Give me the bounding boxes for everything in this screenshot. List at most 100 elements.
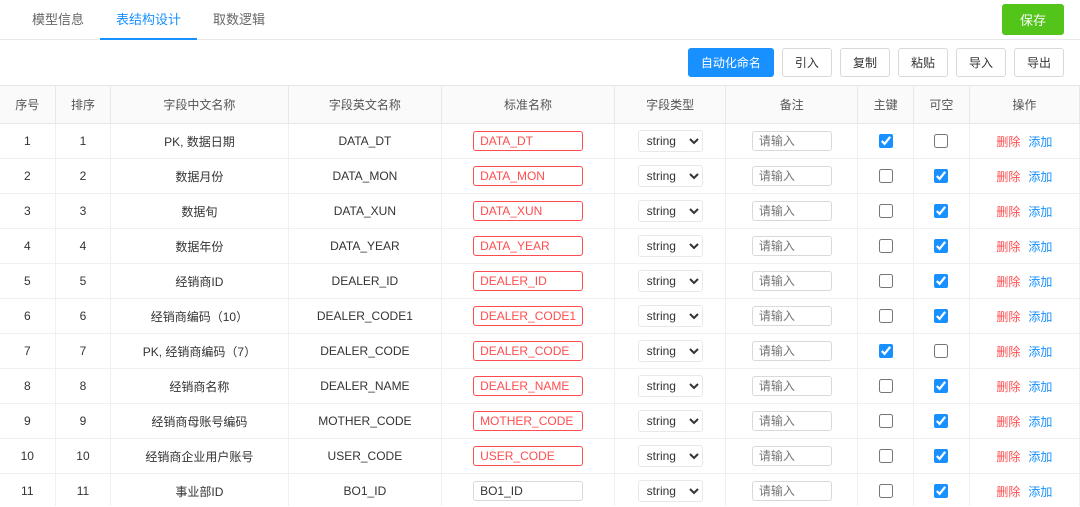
std-name-input[interactable] (473, 446, 583, 466)
cell-type[interactable]: string (614, 159, 725, 194)
add-button[interactable]: 添加 (1024, 168, 1056, 185)
cell-nullable[interactable] (914, 159, 970, 194)
type-select[interactable]: string (638, 305, 703, 327)
type-select[interactable]: string (638, 445, 703, 467)
pk-checkbox[interactable] (879, 274, 893, 288)
pk-checkbox[interactable] (879, 379, 893, 393)
remark-input[interactable] (752, 341, 832, 361)
cell-remark[interactable] (726, 439, 858, 474)
type-select[interactable]: string (638, 200, 703, 222)
delete-button[interactable]: 删除 (992, 413, 1024, 430)
cell-nullable[interactable] (914, 334, 970, 369)
delete-button[interactable]: 删除 (992, 308, 1024, 325)
type-select[interactable]: string (638, 270, 703, 292)
nullable-checkbox[interactable] (934, 414, 948, 428)
nullable-checkbox[interactable] (934, 449, 948, 463)
cell-remark[interactable] (726, 159, 858, 194)
add-button[interactable]: 添加 (1024, 483, 1056, 500)
nullable-checkbox[interactable] (934, 344, 948, 358)
std-name-input[interactable] (473, 131, 583, 151)
cell-std-name[interactable] (442, 439, 615, 474)
cell-std-name[interactable] (442, 194, 615, 229)
add-button[interactable]: 添加 (1024, 238, 1056, 255)
delete-button[interactable]: 删除 (992, 203, 1024, 220)
delete-button[interactable]: 删除 (992, 133, 1024, 150)
cell-type[interactable]: string (614, 474, 725, 507)
std-name-input[interactable] (473, 166, 583, 186)
nullable-checkbox[interactable] (934, 239, 948, 253)
cell-std-name[interactable] (442, 369, 615, 404)
nullable-checkbox[interactable] (934, 309, 948, 323)
cell-pk[interactable] (858, 264, 914, 299)
add-button[interactable]: 添加 (1024, 203, 1056, 220)
add-button[interactable]: 添加 (1024, 448, 1056, 465)
remark-input[interactable] (752, 131, 832, 151)
type-select[interactable]: string (638, 235, 703, 257)
cell-type[interactable]: string (614, 369, 725, 404)
std-name-input[interactable] (473, 271, 583, 291)
import-ref-button[interactable]: 引入 (782, 48, 832, 77)
cell-pk[interactable] (858, 194, 914, 229)
tab-table-design[interactable]: 表结构设计 (100, 0, 197, 40)
pk-checkbox[interactable] (879, 344, 893, 358)
cell-remark[interactable] (726, 334, 858, 369)
type-select[interactable]: string (638, 165, 703, 187)
delete-button[interactable]: 删除 (992, 483, 1024, 500)
pk-checkbox[interactable] (879, 449, 893, 463)
cell-pk[interactable] (858, 404, 914, 439)
pk-checkbox[interactable] (879, 414, 893, 428)
cell-type[interactable]: string (614, 124, 725, 159)
cell-nullable[interactable] (914, 369, 970, 404)
copy-button[interactable]: 复制 (840, 48, 890, 77)
cell-nullable[interactable] (914, 299, 970, 334)
remark-input[interactable] (752, 236, 832, 256)
cell-std-name[interactable] (442, 229, 615, 264)
type-select[interactable]: string (638, 410, 703, 432)
remark-input[interactable] (752, 376, 832, 396)
delete-button[interactable]: 删除 (992, 238, 1024, 255)
delete-button[interactable]: 删除 (992, 448, 1024, 465)
add-button[interactable]: 添加 (1024, 378, 1056, 395)
cell-nullable[interactable] (914, 404, 970, 439)
cell-nullable[interactable] (914, 124, 970, 159)
std-name-input[interactable] (473, 376, 583, 396)
std-name-input[interactable] (473, 341, 583, 361)
cell-std-name[interactable] (442, 264, 615, 299)
remark-input[interactable] (752, 411, 832, 431)
pk-checkbox[interactable] (879, 169, 893, 183)
cell-nullable[interactable] (914, 474, 970, 507)
cell-remark[interactable] (726, 194, 858, 229)
nullable-checkbox[interactable] (934, 379, 948, 393)
cell-pk[interactable] (858, 229, 914, 264)
nullable-checkbox[interactable] (934, 134, 948, 148)
type-select[interactable]: string (638, 375, 703, 397)
cell-remark[interactable] (726, 474, 858, 507)
add-button[interactable]: 添加 (1024, 343, 1056, 360)
cell-std-name[interactable] (442, 124, 615, 159)
std-name-input[interactable] (473, 236, 583, 256)
cell-std-name[interactable] (442, 404, 615, 439)
tab-model-info[interactable]: 模型信息 (16, 0, 100, 40)
cell-type[interactable]: string (614, 439, 725, 474)
cell-std-name[interactable] (442, 334, 615, 369)
std-name-input[interactable] (473, 481, 583, 501)
remark-input[interactable] (752, 446, 832, 466)
import-button[interactable]: 导入 (956, 48, 1006, 77)
cell-pk[interactable] (858, 439, 914, 474)
cell-nullable[interactable] (914, 439, 970, 474)
cell-std-name[interactable] (442, 474, 615, 507)
cell-type[interactable]: string (614, 264, 725, 299)
cell-nullable[interactable] (914, 264, 970, 299)
add-button[interactable]: 添加 (1024, 308, 1056, 325)
type-select[interactable]: string (638, 340, 703, 362)
cell-pk[interactable] (858, 159, 914, 194)
cell-pk[interactable] (858, 334, 914, 369)
pk-checkbox[interactable] (879, 309, 893, 323)
remark-input[interactable] (752, 166, 832, 186)
remark-input[interactable] (752, 306, 832, 326)
add-button[interactable]: 添加 (1024, 273, 1056, 290)
save-button[interactable]: 保存 (1002, 4, 1064, 35)
add-button[interactable]: 添加 (1024, 133, 1056, 150)
auto-rename-button[interactable]: 自动化命名 (688, 48, 774, 77)
cell-type[interactable]: string (614, 229, 725, 264)
